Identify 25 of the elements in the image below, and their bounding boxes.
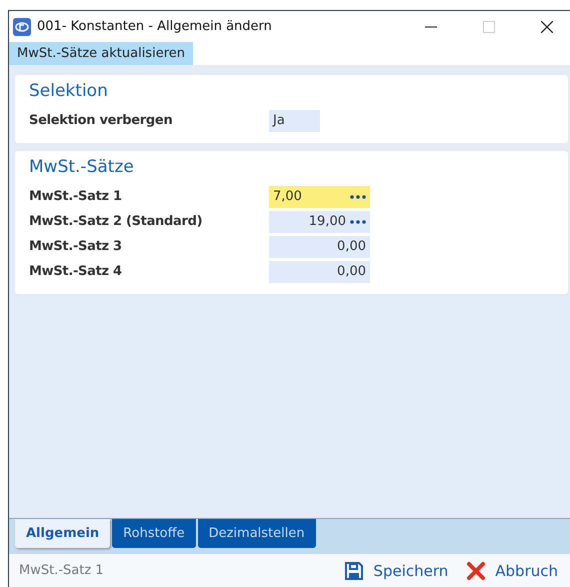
input-field[interactable]: 7,00 (269, 186, 370, 208)
menu-item[interactable]: MwSt.-Sätze aktualisieren (9, 42, 193, 65)
field-label: Selektion verbergen (29, 113, 174, 128)
more-icon[interactable] (350, 220, 366, 224)
tab[interactable]: Dezimalstellen (198, 519, 316, 548)
section-title: Selektion (29, 81, 109, 101)
input-field[interactable]: 0,00 (269, 260, 370, 282)
tab[interactable]: Allgemein (15, 519, 110, 548)
input-field[interactable]: 0,00 (269, 236, 370, 258)
status-text: MwSt.-Satz 1 (19, 563, 104, 578)
field-label: MwSt.-Satz 1 (29, 189, 123, 204)
app-logo-icon (13, 18, 31, 36)
tab[interactable]: Rohstoffe (112, 519, 196, 548)
input-field[interactable]: Ja (269, 110, 320, 132)
close-icon[interactable] (541, 20, 553, 32)
field-label: MwSt.-Satz 3 (29, 239, 123, 254)
save-button[interactable]: Speichern (344, 560, 448, 580)
section-title: MwSt.-Sätze (29, 157, 135, 177)
cancel-button[interactable]: Abbruch (466, 560, 558, 580)
field-label: MwSt.-Satz 4 (29, 264, 123, 279)
field-label: MwSt.-Satz 2 (Standard) (29, 214, 204, 229)
window-title: 001- Konstanten - Allgemein ändern (37, 19, 272, 34)
more-icon[interactable] (350, 194, 366, 198)
input-field[interactable]: 19,00 (269, 210, 370, 232)
close-icon (466, 560, 486, 580)
